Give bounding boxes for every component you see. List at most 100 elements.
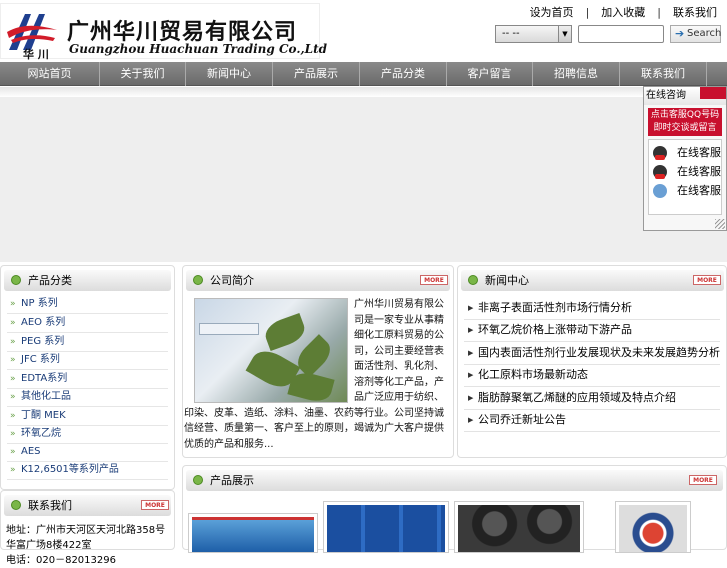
qq-contact[interactable]: 在线客服 — [653, 163, 721, 181]
bullet-icon — [193, 275, 203, 285]
more-button[interactable]: MORE — [141, 500, 169, 510]
arrow-right-icon: ➔ — [675, 27, 685, 40]
qq-contact-label: 在线客服 — [677, 165, 721, 178]
more-button[interactable]: MORE — [693, 275, 721, 285]
product-thumb[interactable] — [323, 501, 449, 553]
product-thumb[interactable] — [615, 501, 691, 553]
nav-item-categories[interactable]: 产品分类 — [360, 62, 447, 86]
more-button[interactable]: MORE — [420, 275, 448, 285]
language-select[interactable]: -- -- ▼ — [495, 25, 572, 43]
news-item[interactable]: ▶ 化工原料市场最新动态 — [464, 365, 720, 387]
news-item-label: 化工原料市场最新动态 — [478, 368, 588, 381]
category-item[interactable]: » K12,6501等系列产品 — [7, 461, 168, 480]
qq-prompt-line: 点击客服QQ号码 — [650, 110, 720, 120]
category-panel: 产品分类 » NP 系列 » AEO 系列 » PEG 系列 » JFC 系列 » EDT… — [0, 265, 175, 490]
about-panel-title: 公司简介 — [210, 274, 254, 287]
search-button-label: Search — [687, 28, 722, 39]
chevron-right-icon: » — [10, 374, 16, 384]
more-button[interactable]: MORE — [689, 475, 717, 485]
chevron-right-icon: » — [10, 355, 16, 365]
news-item[interactable]: ▶ 脂肪醇聚氧乙烯醚的应用领域及特点介绍 — [464, 388, 720, 410]
category-item-label: K12,6501等系列产品 — [21, 464, 119, 475]
news-item-label: 环氧乙烷价格上涨带动下游产品 — [478, 323, 632, 336]
category-item[interactable]: » 其他化工品 — [7, 388, 168, 407]
language-select-value: -- -- — [502, 28, 520, 39]
company-logo[interactable]: 华 川 广州华川贸易有限公司 Guangzhou Huachuan Tradin… — [0, 3, 327, 61]
contact-address: 地址：广州市天河区天河北路358号华富广场8楼422室 — [6, 525, 166, 551]
qq-contact[interactable]: 在线客服 — [653, 182, 721, 200]
set-homepage-link[interactable]: 设为首页 — [530, 4, 574, 20]
bullet-icon — [11, 500, 21, 510]
product-image — [192, 517, 314, 552]
news-item[interactable]: ▶ 环氧乙烷价格上涨带动下游产品 — [464, 320, 720, 342]
company-photo[interactable] — [194, 298, 348, 405]
news-panel: 新闻中心 MORE ▶ 非离子表面活性剂市场行情分析 ▶ 环氧乙烷价格上涨带动下游产… — [457, 265, 727, 458]
news-panel-header: 新闻中心 MORE — [461, 270, 724, 291]
top-links: 设为首页 | 加入收藏 | 联系我们 — [530, 4, 717, 20]
triangle-right-icon: ▶ — [468, 326, 474, 334]
resize-grip-icon[interactable] — [715, 219, 725, 229]
nav-item-home[interactable]: 网站首页 — [0, 62, 100, 86]
search-button[interactable]: ➔ Search — [670, 25, 721, 43]
contact-phone: 电话：020－82013296 — [6, 555, 116, 566]
category-item[interactable]: » AES — [7, 443, 168, 462]
category-item-label: NP 系列 — [21, 298, 58, 309]
news-panel-title: 新闻中心 — [485, 274, 529, 287]
nav-item-contact[interactable]: 联系我们 — [620, 62, 707, 86]
category-item-label: 丁酮 MEK — [21, 410, 66, 421]
nav-item-jobs[interactable]: 招聘信息 — [533, 62, 620, 86]
chevron-right-icon: » — [10, 429, 16, 439]
qq-penguin-icon — [653, 146, 667, 160]
category-item[interactable]: » 环氧乙烷 — [7, 425, 168, 444]
product-thumb[interactable] — [454, 501, 584, 553]
category-item[interactable]: » JFC 系列 — [7, 351, 168, 370]
chevron-right-icon: » — [10, 299, 16, 309]
category-item[interactable]: » AEO 系列 — [7, 314, 168, 333]
triangle-right-icon: ▶ — [468, 349, 474, 357]
product-thumb[interactable] — [188, 513, 318, 553]
category-item-label: AEO 系列 — [21, 317, 66, 328]
nav-item-guestbook[interactable]: 客户留言 — [447, 62, 533, 86]
top-link-separator: | — [585, 6, 590, 19]
triangle-right-icon: ▶ — [468, 416, 474, 424]
category-item[interactable]: » PEG 系列 — [7, 333, 168, 352]
about-panel: 公司简介 MORE 广州华川贸易有限公司是一家专业从事精细化工原料贸易的公司，公… — [182, 265, 454, 458]
chevron-right-icon: » — [10, 447, 16, 457]
chevron-right-icon: » — [10, 337, 16, 347]
contact-us-link[interactable]: 联系我们 — [673, 4, 717, 20]
chevron-down-icon[interactable]: ▼ — [558, 26, 571, 42]
nav-item-news[interactable]: 新闻中心 — [186, 62, 273, 86]
qq-penguin-icon — [653, 165, 667, 179]
about-panel-header: 公司简介 MORE — [186, 270, 450, 291]
chevron-right-icon: » — [10, 318, 16, 328]
qq-contact-list: 在线客服 在线客服 在线客服 — [648, 139, 722, 215]
bullet-icon — [468, 275, 478, 285]
leaf-shape — [261, 312, 309, 352]
category-item-label: EDTA系列 — [21, 373, 68, 384]
leaf-shape — [292, 334, 336, 378]
news-item[interactable]: ▶ 公司乔迁新址公告 — [464, 410, 720, 432]
products-panel-title: 产品展示 — [210, 474, 254, 487]
category-item[interactable]: » NP 系列 — [7, 295, 168, 314]
search-input[interactable] — [578, 25, 664, 43]
chevron-right-icon: » — [10, 392, 16, 402]
products-panel: 产品展示 MORE — [182, 465, 727, 553]
category-panel-header: 产品分类 — [4, 270, 171, 291]
main-nav: 网站首页 关于我们 新闻中心 产品展示 产品分类 客户留言 招聘信息 联系我们 — [0, 62, 727, 86]
news-item-label: 公司乔迁新址公告 — [478, 413, 566, 426]
nav-item-products[interactable]: 产品展示 — [273, 62, 360, 86]
news-item[interactable]: ▶ 非离子表面活性剂市场行情分析 — [464, 298, 720, 320]
nav-item-about[interactable]: 关于我们 — [100, 62, 186, 86]
category-item-label: PEG 系列 — [21, 336, 65, 347]
qq-prompt-line: 即时交谈或留言 — [653, 123, 717, 133]
add-favorite-link[interactable]: 加入收藏 — [601, 4, 645, 20]
qq-contact[interactable]: 在线客服 — [653, 144, 721, 162]
news-item[interactable]: ▶ 国内表面活性剂行业发展现状及未来发展趋势分析.. — [464, 343, 720, 365]
category-item[interactable]: » 丁酮 MEK — [7, 407, 168, 426]
qq-contact-label: 在线客服 — [677, 146, 721, 159]
category-item-label: JFC 系列 — [21, 354, 60, 365]
category-item-label: 环氧乙烷 — [21, 428, 61, 439]
contact-panel: 联系我们 MORE 地址：广州市天河区天河北路358号华富广场8楼422室 电话… — [0, 490, 175, 566]
category-item[interactable]: » EDTA系列 — [7, 370, 168, 389]
qq-prompt: 点击客服QQ号码 即时交谈或留言 — [648, 108, 722, 136]
